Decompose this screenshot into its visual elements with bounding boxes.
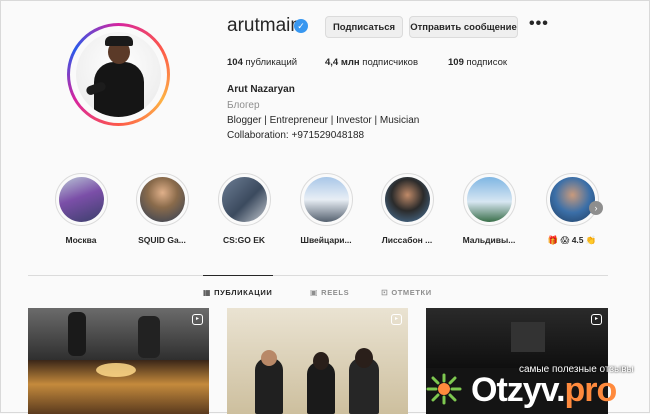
verified-badge-icon: ✓ bbox=[294, 19, 308, 33]
post-thumbnail[interactable]: ▸ bbox=[28, 308, 209, 414]
highlight-label: Лиссабон ... bbox=[381, 235, 433, 245]
profile-full-name: Arut Nazaryan bbox=[227, 84, 295, 95]
highlight-switzerland[interactable]: Швейцари... bbox=[291, 173, 361, 245]
more-options-icon[interactable]: ••• bbox=[529, 15, 549, 33]
tag-icon: ⊡ bbox=[381, 288, 389, 297]
highlight-label: 🎁 😱 4.5 👏 bbox=[547, 235, 597, 245]
highlight-label: Москва bbox=[65, 235, 97, 245]
follow-button[interactable]: Подписаться bbox=[325, 16, 403, 38]
tab-reels[interactable]: ▣ REELS bbox=[310, 288, 349, 297]
following-count[interactable]: 109 подписок bbox=[448, 57, 507, 68]
avatar-photo bbox=[76, 32, 161, 117]
highlight-label: SQUID Ga... bbox=[138, 235, 186, 245]
send-message-button[interactable]: Отправить сообщение bbox=[409, 16, 518, 38]
highlight-cover bbox=[139, 177, 185, 222]
tab-posts[interactable]: ▦ ПУБЛИКАЦИИ bbox=[203, 288, 272, 297]
profile-bio: Blogger | Entrepreneur | Investor | Musi… bbox=[227, 115, 420, 126]
profile-category: Блогер bbox=[227, 100, 260, 111]
profile-collaboration: Collaboration: +971529048188 bbox=[227, 130, 365, 141]
chevron-right-icon[interactable]: › bbox=[589, 201, 603, 215]
reels-icon: ▣ bbox=[310, 288, 319, 297]
highlight-maldives[interactable]: Мальдивы... bbox=[454, 173, 524, 245]
highlight-csgo[interactable]: CS:GO EK bbox=[209, 173, 279, 245]
highlight-cover bbox=[549, 177, 595, 222]
profile-username: arutmain bbox=[227, 15, 301, 36]
tab-tagged[interactable]: ⊡ ОТМЕТКИ bbox=[381, 288, 432, 297]
highlight-squid-game[interactable]: SQUID Ga... bbox=[127, 173, 197, 245]
profile-page: arutmain ✓ Подписаться Отправить сообщен… bbox=[0, 0, 650, 414]
followers-count[interactable]: 4,4 млн подписчиков bbox=[325, 57, 418, 68]
watermark-logo-icon bbox=[426, 373, 462, 405]
highlight-label: CS:GO EK bbox=[222, 235, 266, 245]
reel-icon: ▸ bbox=[391, 314, 402, 325]
highlight-label: Мальдивы... bbox=[462, 235, 516, 245]
highlight-cover bbox=[58, 177, 104, 222]
grid-icon: ▦ bbox=[203, 288, 212, 297]
highlight-cover bbox=[384, 177, 430, 222]
highlight-moscow[interactable]: Москва bbox=[46, 173, 116, 245]
post-thumbnail[interactable]: ▸ bbox=[227, 308, 408, 414]
reel-icon: ▸ bbox=[192, 314, 203, 325]
reel-icon: ▸ bbox=[591, 314, 602, 325]
highlight-lisbon[interactable]: Лиссабон ... bbox=[372, 173, 442, 245]
highlight-label: Швейцари... bbox=[300, 235, 352, 245]
highlight-cover bbox=[303, 177, 349, 222]
watermark-brand: Otzyv.pro bbox=[471, 371, 617, 409]
active-tab-indicator bbox=[203, 275, 273, 276]
posts-count: 104 публикаций bbox=[227, 57, 298, 68]
highlight-cover bbox=[221, 177, 267, 222]
profile-avatar[interactable] bbox=[67, 23, 170, 126]
highlight-cover bbox=[466, 177, 512, 222]
tabs-divider bbox=[28, 275, 608, 276]
